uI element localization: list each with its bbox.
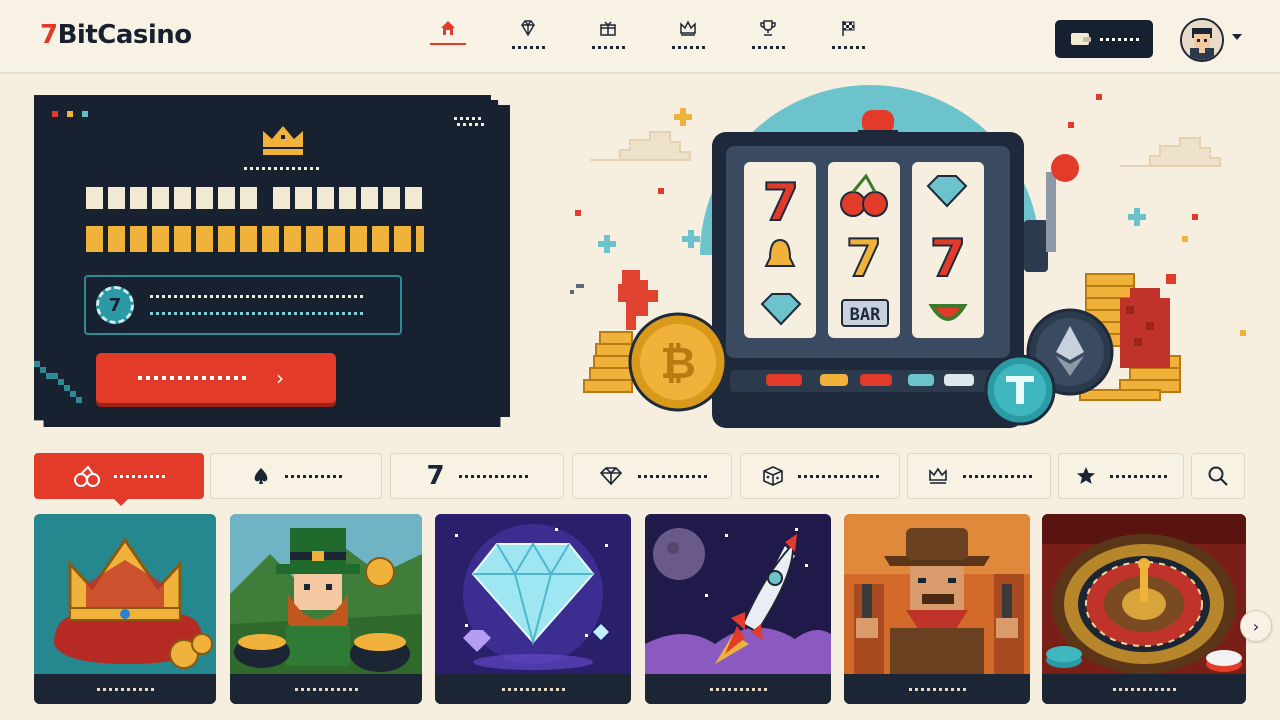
promo-code-box[interactable]: 7 (84, 275, 402, 335)
crown-icon (928, 467, 947, 484)
pixel-decor (52, 111, 58, 117)
chevron-down-icon[interactable] (1232, 34, 1242, 40)
wallet-button[interactable] (1055, 20, 1153, 58)
bitcoin-coin-icon: ₿ (628, 312, 728, 412)
tab-premium[interactable] (572, 453, 732, 499)
promo-headline-line1 (86, 187, 422, 209)
nav-races[interactable] (830, 18, 866, 49)
user-avatar[interactable] (1180, 18, 1224, 62)
royal-crown-game-art (34, 514, 216, 674)
diamond-game-art (435, 514, 631, 674)
active-indicator (430, 43, 466, 45)
checkered-flag-icon (842, 21, 855, 36)
dice-icon (762, 466, 783, 486)
svg-text:7: 7 (763, 173, 799, 233)
tab-favorites[interactable] (1058, 453, 1184, 499)
search-button[interactable] (1191, 453, 1245, 499)
seven-icon: 7 (426, 461, 445, 491)
home-icon (441, 21, 455, 35)
cherries-icon (73, 465, 100, 487)
tab-dice-games[interactable] (740, 453, 900, 499)
tab-table-games[interactable] (210, 453, 382, 499)
gift-icon (600, 21, 616, 36)
game-tile[interactable] (645, 514, 831, 704)
nav-home[interactable] (430, 18, 466, 49)
casino-chip-icon: 7 (96, 286, 134, 324)
pixel-decor (82, 111, 88, 117)
tab-vip-games[interactable] (907, 453, 1051, 499)
game-tile[interactable] (435, 514, 631, 704)
wallet-icon (1070, 33, 1091, 45)
pixel-avatar-icon (1182, 20, 1222, 60)
top-header: 7BitCasino (0, 0, 1280, 74)
promo-headline-line2 (86, 226, 424, 252)
leprechaun-game-art (230, 514, 422, 674)
tab-jackpots[interactable]: 7 (390, 453, 564, 499)
roulette-game-art (1042, 514, 1246, 674)
diamond-icon (521, 20, 535, 37)
search-icon (1208, 466, 1228, 486)
pixel-dots-decor (454, 117, 484, 126)
welcome-bonus-panel: 7 › (34, 95, 510, 427)
hero-slot-machine-illustration: 7 7 BAR 7 ₿ (560, 85, 1280, 440)
promo-code-line1 (150, 295, 363, 298)
spade-icon (254, 468, 267, 484)
star-icon (1076, 467, 1095, 484)
nav-promotions[interactable] (590, 18, 626, 49)
main-nav (430, 18, 866, 49)
pixel-decor (67, 111, 73, 117)
svg-text:7: 7 (846, 229, 882, 289)
crown-icon (263, 126, 303, 155)
nav-tournaments[interactable] (750, 18, 786, 49)
game-tile[interactable] (1042, 514, 1246, 704)
bar-symbol: BAR (850, 305, 881, 325)
cowboy-game-art (844, 514, 1030, 674)
svg-text:₿: ₿ (660, 338, 696, 389)
tab-slots[interactable] (34, 453, 204, 506)
svg-text:7: 7 (930, 229, 966, 289)
brand-logo[interactable]: 7BitCasino (40, 20, 192, 50)
promo-code-line2 (150, 312, 363, 315)
game-tile[interactable] (230, 514, 422, 704)
pixel-teal-decor (34, 361, 82, 403)
trophy-icon (760, 20, 776, 36)
game-tile[interactable] (34, 514, 216, 704)
chevron-right-icon: › (276, 366, 284, 390)
carousel-next-button[interactable]: › (1240, 610, 1272, 642)
diamond-icon (599, 467, 622, 486)
crown-caption-dots (244, 167, 319, 170)
claim-bonus-button[interactable]: › (96, 353, 336, 403)
tether-coin-icon (984, 354, 1056, 426)
game-tile[interactable] (844, 514, 1030, 704)
nav-vip[interactable] (510, 18, 546, 49)
chevron-right-icon: › (1252, 616, 1260, 636)
nav-vip-club[interactable] (670, 18, 706, 49)
rocket-game-art (645, 514, 831, 674)
crown-icon (680, 20, 696, 36)
